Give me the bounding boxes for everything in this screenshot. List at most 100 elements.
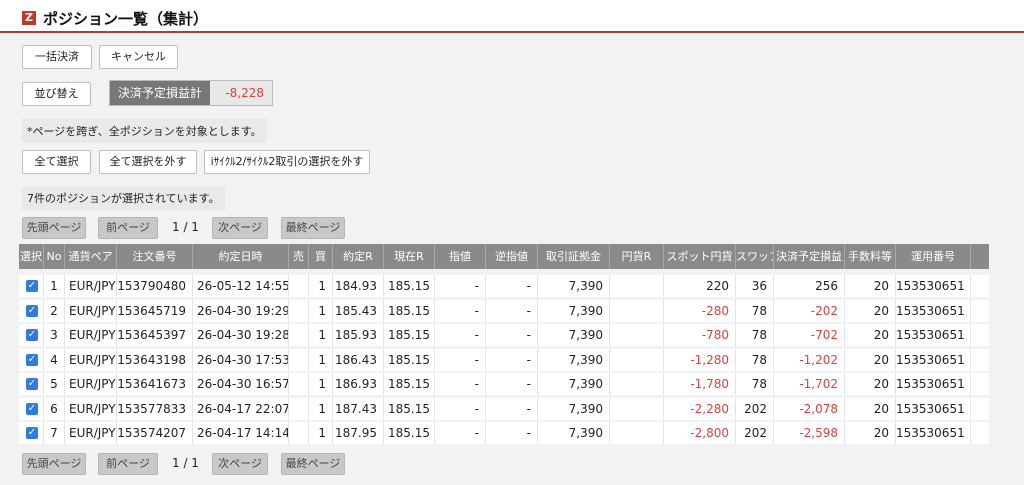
cell-account-no: 153530651 (896, 397, 971, 420)
cell-stop: - (486, 373, 538, 395)
cell-exec-time: 26-04-17 22:07 (193, 397, 289, 420)
cell-exec-time: 26-04-30 19:28 (193, 324, 289, 346)
cell-pair: EUR/JPY (65, 422, 117, 444)
cell-fee: 20 (845, 373, 896, 395)
col-header-sell: 売 (289, 244, 309, 269)
row-checkbox[interactable]: ✓ (26, 427, 38, 439)
cell-fee: 20 (845, 324, 896, 346)
first-page-button[interactable]: 先頭ページ (22, 453, 86, 475)
col-header-no: No (44, 244, 65, 269)
cell-pair: EUR/JPY (65, 324, 117, 346)
row-checkbox[interactable]: ✓ (26, 402, 38, 415)
cell-pair: EUR/JPY (65, 373, 117, 395)
positions-table-header: 選択 No 通貨ペア 注文番号 約定日時売買約定R 現在R 指値 逆指値 取引証拠金 円貨R スポッ… (19, 244, 989, 269)
cell-limit: - (435, 397, 486, 420)
page-title: ポジション一覧（集計） (43, 10, 209, 28)
table-row[interactable]: ✓ 5 EUR/JPY 153641673 26-04-30 16:57 1 186.93 1… (19, 373, 989, 395)
cell-account-no: 153530651 (896, 299, 971, 322)
cell-exec-rate: 185.43 (333, 299, 384, 322)
cell-account-no: 153530651 (896, 373, 971, 395)
cell-buy: 1 (309, 373, 333, 395)
cell-sell (289, 422, 309, 444)
table-row[interactable]: ✓ 1 EUR/JPY 153790480 26-05-12 14:55 1 184.93 1… (19, 275, 989, 297)
cell-no: 7 (44, 422, 65, 444)
cell-exec-rate: 187.95 (333, 422, 384, 444)
bulk-settle-button[interactable]: 一括決済 (22, 45, 92, 69)
cell-pair: EUR/JPY (65, 299, 117, 322)
cell-current-rate: 185.15 (384, 299, 435, 322)
cell-yen-rate (610, 422, 664, 444)
cell-margin: 7,390 (538, 275, 610, 297)
cell-buy: 1 (309, 348, 333, 371)
cell-order-no: 153643198 (117, 348, 193, 371)
cell-spot-yen: -2,800 (664, 422, 736, 444)
col-header-account-no: 運用番号 (896, 244, 971, 269)
row-select-cell: ✓ (19, 348, 44, 371)
select-all-button[interactable]: 全て選択 (22, 150, 91, 174)
cell-exec-time: 26-04-30 19:29 (193, 299, 289, 322)
row-checkbox[interactable]: ✓ (26, 280, 38, 292)
cancel-button[interactable]: キャンセル (99, 45, 178, 69)
last-page-button[interactable]: 最終ページ (281, 453, 345, 475)
cell-fee: 20 (845, 422, 896, 444)
cell-settle-pl: 256 (774, 275, 845, 297)
row-select-cell: ✓ (19, 275, 44, 297)
cell-exec-rate: 185.93 (333, 324, 384, 346)
cell-stop: - (486, 299, 538, 322)
deselect-icycle-button[interactable]: iｻｲｸﾙ2/ｻｲｸﾙ2取引の選択を外す (204, 150, 370, 174)
next-page-button[interactable]: 次ページ (212, 217, 268, 239)
cell-order-no: 153645397 (117, 324, 193, 346)
prev-page-button[interactable]: 前ページ (98, 217, 158, 239)
cell-yen-rate (610, 397, 664, 420)
cell-margin: 7,390 (538, 348, 610, 371)
row-select-cell: ✓ (19, 299, 44, 322)
cell-exec-time: 26-04-30 16:57 (193, 373, 289, 395)
cell-pair: EUR/JPY (65, 275, 117, 297)
cell-yen-rate (610, 275, 664, 297)
cell-limit: - (435, 348, 486, 371)
row-checkbox[interactable]: ✓ (26, 329, 38, 341)
cell-yen-rate (610, 348, 664, 371)
cell-spot-yen: -780 (664, 324, 736, 346)
cell-fee: 20 (845, 275, 896, 297)
table-row[interactable]: ✓ 4 EUR/JPY 153643198 26-04-30 17:53 1 186.43 1… (19, 348, 989, 371)
table-row[interactable]: ✓ 6 EUR/JPY 153577833 26-04-17 22:07 1 187.43 1… (19, 397, 989, 420)
cell-order-no: 153645719 (117, 299, 193, 322)
col-header-exec-rate: 約定R (333, 244, 384, 269)
cell-account-no: 153530651 (896, 348, 971, 371)
table-row[interactable]: ✓ 2 EUR/JPY 153645719 26-04-30 19:29 1 185.43 1… (19, 299, 989, 322)
cell-settle-pl: -2,078 (774, 397, 845, 420)
sort-button[interactable]: 並び替え (22, 82, 91, 106)
cell-no: 6 (44, 397, 65, 420)
cell-fee: 20 (845, 397, 896, 420)
row-select-cell: ✓ (19, 422, 44, 444)
cell-settle-pl: -702 (774, 324, 845, 346)
cell-no: 3 (44, 324, 65, 346)
row-checkbox[interactable]: ✓ (26, 353, 38, 366)
row-checkbox[interactable]: ✓ (26, 378, 38, 390)
cell-swap: 202 (736, 422, 774, 444)
cell-pair: EUR/JPY (65, 397, 117, 420)
table-row[interactable]: ✓ 7 EUR/JPY 153574207 26-04-17 14:14 1 187.95 1… (19, 422, 989, 444)
cell-stop: - (486, 348, 538, 371)
cell-swap: 78 (736, 348, 774, 371)
col-header-pair: 通貨ペア (65, 244, 117, 269)
cell-order-no: 153574207 (117, 422, 193, 444)
cell-sell (289, 299, 309, 322)
cell-margin: 7,390 (538, 324, 610, 346)
cell-settle-pl: -202 (774, 299, 845, 322)
cell-no: 4 (44, 348, 65, 371)
cell-sell (289, 373, 309, 395)
row-checkbox[interactable]: ✓ (26, 304, 38, 317)
page-header: Z ポジション一覧（集計） (0, 0, 1024, 33)
cell-exec-time: 26-04-17 14:14 (193, 422, 289, 444)
table-row[interactable]: ✓ 3 EUR/JPY 153645397 26-04-30 19:28 1 185.93 1… (19, 324, 989, 346)
cell-settle-pl: -2,598 (774, 422, 845, 444)
next-page-button[interactable]: 次ページ (212, 453, 268, 475)
prev-page-button[interactable]: 前ページ (98, 453, 158, 475)
cell-exec-rate: 184.93 (333, 275, 384, 297)
deselect-all-button[interactable]: 全て選択を外す (99, 150, 197, 174)
last-page-button[interactable]: 最終ページ (281, 217, 345, 239)
cell-exec-rate: 187.43 (333, 397, 384, 420)
first-page-button[interactable]: 先頭ページ (22, 217, 86, 239)
